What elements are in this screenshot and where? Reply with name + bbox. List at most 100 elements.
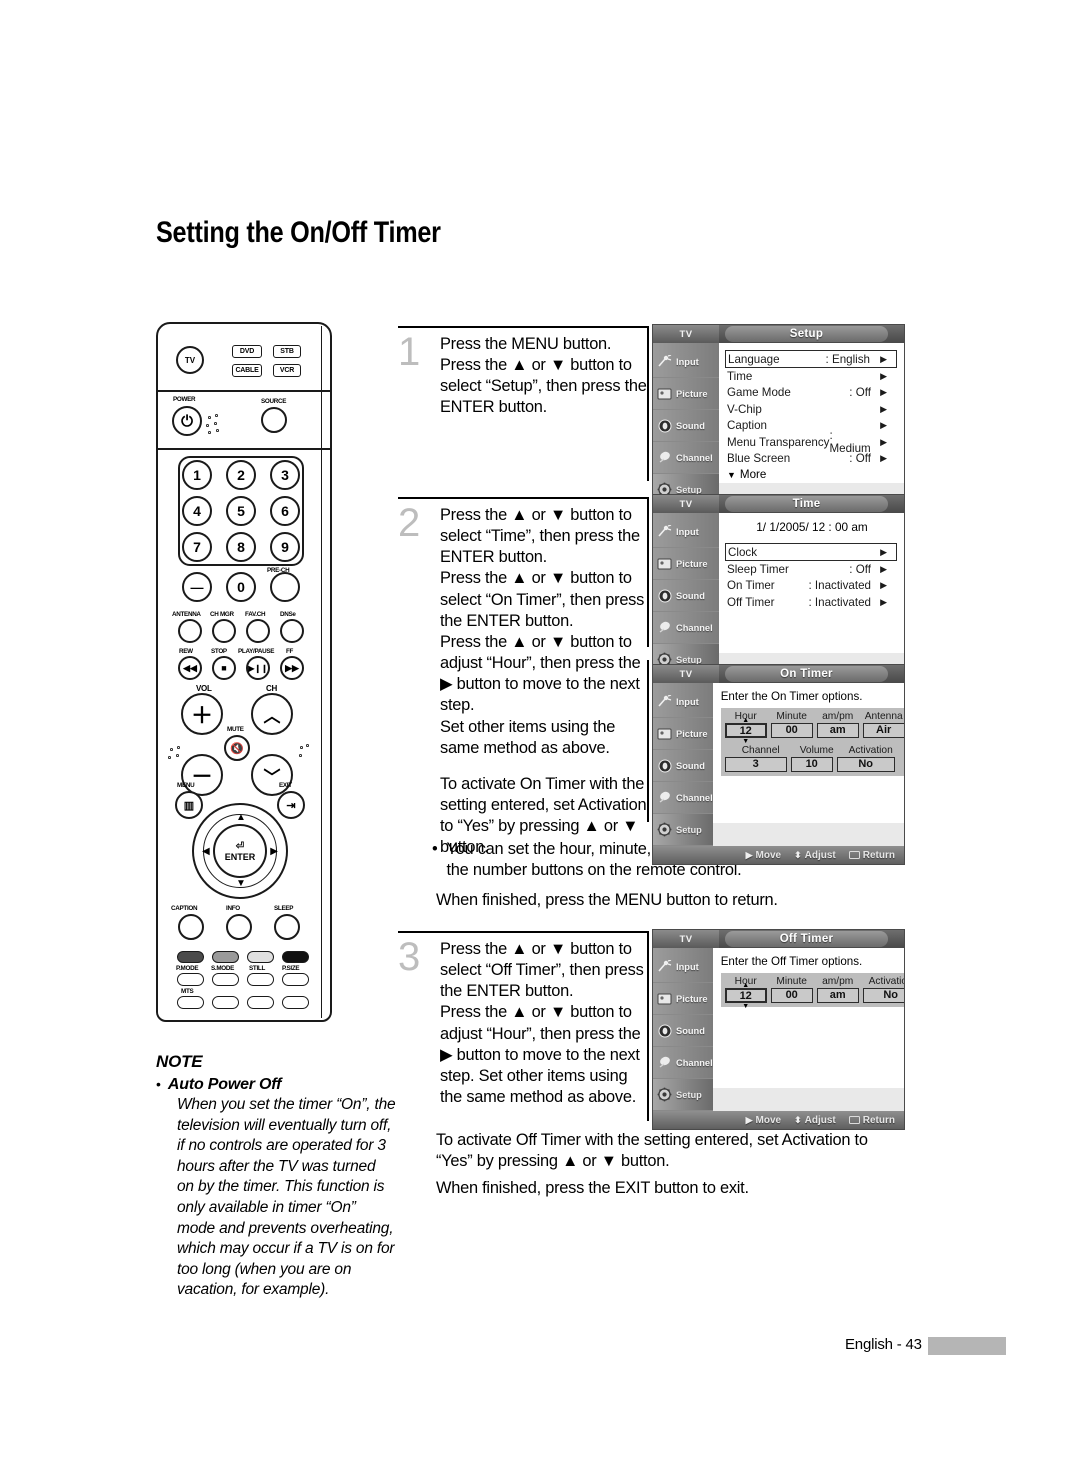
setup-row-gamemode[interactable]: Game Mode : Off ▶ xyxy=(727,385,897,402)
time-row-clock[interactable]: Clock ▶ xyxy=(725,543,897,561)
setup-row-more[interactable]: ▼ More xyxy=(727,467,897,481)
remote-ff-button[interactable]: ▶▶ xyxy=(280,656,304,680)
remote-extra-button-4[interactable] xyxy=(282,996,309,1009)
remote-stb-button[interactable]: STB xyxy=(273,345,301,358)
remote-num-2[interactable]: 2 xyxy=(226,460,256,490)
remote-vcr-button[interactable]: VCR xyxy=(273,364,301,377)
remote-vol-down-button[interactable]: － xyxy=(181,754,223,796)
note-title: NOTE xyxy=(156,1052,203,1071)
sidebar-item-picture[interactable]: Picture xyxy=(653,548,719,580)
off-timer-ampm-value[interactable]: am xyxy=(816,988,859,1003)
sidebar-item-sound[interactable]: Sound xyxy=(653,1015,713,1047)
sidebar-item-picture[interactable]: Picture xyxy=(653,983,713,1015)
off-timer-activation-value[interactable]: No xyxy=(862,988,904,1003)
sidebar-item-sound[interactable]: Sound xyxy=(653,410,719,442)
remote-extra-button-2[interactable] xyxy=(212,996,239,1009)
remote-caption-button[interactable] xyxy=(178,914,204,940)
sidebar-item-channel[interactable]: Channel xyxy=(653,782,713,814)
remote-num-9[interactable]: 9 xyxy=(270,532,300,562)
remote-num-1[interactable]: 1 xyxy=(182,460,212,490)
on-timer-antenna-value[interactable]: Air xyxy=(862,723,904,738)
sidebar-item-picture[interactable]: Picture xyxy=(653,378,719,410)
setup-row-vchip[interactable]: V-Chip ▶ xyxy=(727,401,897,418)
remote-still-button[interactable] xyxy=(247,973,274,986)
sidebar-item-picture[interactable]: Picture xyxy=(653,718,713,750)
remote-chmgr-button[interactable] xyxy=(212,619,236,643)
remote-num-4[interactable]: 4 xyxy=(182,496,212,526)
remote-info-button[interactable] xyxy=(226,914,252,940)
on-timer-minute-value[interactable]: 00 xyxy=(770,723,813,738)
remote-smode-button[interactable] xyxy=(212,973,239,986)
remote-num-3[interactable]: 3 xyxy=(270,460,300,490)
sidebar-item-channel[interactable]: Channel xyxy=(653,442,719,474)
time-row-on-timer[interactable]: On Timer : Inactivated ▶ xyxy=(727,578,897,595)
sidebar-item-sound[interactable]: Sound xyxy=(653,750,713,782)
remote-num-6[interactable]: 6 xyxy=(270,496,300,526)
on-timer-volume-value[interactable]: 10 xyxy=(790,757,833,772)
remote-num-0[interactable]: 0 xyxy=(226,572,256,602)
remote-num-7[interactable]: 7 xyxy=(182,532,212,562)
nav-right-icon[interactable]: ▶ xyxy=(270,847,278,857)
off-timer-hour-value[interactable]: 12 xyxy=(724,988,767,1003)
remote-cable-button[interactable]: CABLE xyxy=(232,364,262,377)
setup-row-time[interactable]: Time ▶ xyxy=(727,368,897,385)
sidebar-item-setup[interactable]: Setup xyxy=(653,1079,713,1111)
remote-dvd-button[interactable]: DVD xyxy=(232,345,262,358)
time-row-sleep-timer[interactable]: Sleep Timer : Off ▶ xyxy=(727,561,897,578)
remote-antenna-button[interactable] xyxy=(178,619,202,643)
on-timer-header-ampm: am/pm xyxy=(822,711,854,722)
remote-color-key-blue[interactable] xyxy=(282,951,309,963)
tip-bullet-icon: • xyxy=(432,840,438,858)
remote-sleep-button[interactable] xyxy=(274,914,300,940)
sidebar-item-input[interactable]: Input xyxy=(653,686,713,718)
time-row-off-timer[interactable]: Off Timer : Inactivated ▶ xyxy=(727,594,897,611)
remote-mts-button[interactable] xyxy=(177,996,204,1009)
remote-mute-button[interactable]: 🔇 xyxy=(224,735,250,761)
remote-exit-button[interactable]: ⇥ xyxy=(277,791,305,819)
remote-source-button[interactable] xyxy=(261,407,287,433)
setup-row-language[interactable]: Language : English ▶ xyxy=(725,350,897,368)
remote-prech-button[interactable] xyxy=(270,572,300,602)
sidebar-item-input[interactable]: Input xyxy=(653,516,719,548)
on-timer-channel-value[interactable]: 3 xyxy=(724,757,787,772)
step-3-vertical-rule xyxy=(647,931,649,1121)
remote-psize-button[interactable] xyxy=(282,973,309,986)
on-timer-activation-value[interactable]: No xyxy=(836,757,895,772)
nav-up-icon[interactable]: ▲ xyxy=(236,813,246,823)
remote-enter-button[interactable]: ⏎ ENTER xyxy=(213,824,267,878)
sidebar-item-channel[interactable]: Channel xyxy=(653,1047,713,1079)
nav-left-icon[interactable]: ◀ xyxy=(202,847,210,857)
remote-pmode-button[interactable] xyxy=(177,973,204,986)
remote-vol-up-button[interactable]: ＋ xyxy=(181,693,223,735)
on-timer-hour-value[interactable]: 12 xyxy=(724,723,767,738)
remote-tv-button[interactable]: TV xyxy=(176,346,204,374)
remote-num-5[interactable]: 5 xyxy=(226,496,256,526)
nav-down-icon[interactable]: ▼ xyxy=(236,879,246,889)
sidebar-item-input[interactable]: Input xyxy=(653,346,719,378)
remote-num-8[interactable]: 8 xyxy=(226,532,256,562)
remote-menu-button[interactable]: ▥ xyxy=(175,791,203,819)
remote-rew-label: REW xyxy=(179,648,193,655)
sidebar-item-sound[interactable]: Sound xyxy=(653,580,719,612)
remote-power-button[interactable]: ⏻ xyxy=(172,406,202,436)
remote-favch-button[interactable] xyxy=(246,619,270,643)
sidebar-item-input[interactable]: Input xyxy=(653,951,713,983)
remote-dnse-button[interactable] xyxy=(280,619,304,643)
setup-row-bluescreen[interactable]: Blue Screen : Off ▶ xyxy=(727,451,897,468)
sidebar-item-setup[interactable]: Setup xyxy=(653,814,713,846)
sidebar-item-channel[interactable]: Channel xyxy=(653,612,719,644)
remote-playpause-button[interactable]: ▶❙❙ xyxy=(246,656,270,680)
remote-color-key-green[interactable] xyxy=(212,951,239,963)
on-timer-ampm-value[interactable]: am xyxy=(816,723,859,738)
remote-extra-button-3[interactable] xyxy=(247,996,274,1009)
remote-minus-button[interactable]: — xyxy=(182,572,212,602)
remote-color-key-yellow[interactable] xyxy=(247,951,274,963)
remote-stop-button[interactable]: ■ xyxy=(212,656,236,680)
remote-navigation-wheel[interactable]: ▲ ▼ ◀ ▶ ⏎ ENTER xyxy=(192,803,288,899)
remote-color-key-red[interactable] xyxy=(177,951,204,963)
remote-ch-up-button[interactable]: ︿ xyxy=(251,693,293,735)
setup-row-transparency[interactable]: Menu Transparency : Medium ▶ xyxy=(727,429,897,455)
off-timer-minute-value[interactable]: 00 xyxy=(770,988,813,1003)
remote-rew-button[interactable]: ◀◀ xyxy=(178,656,202,680)
remote-ch-down-button[interactable]: ﹀ xyxy=(251,754,293,796)
